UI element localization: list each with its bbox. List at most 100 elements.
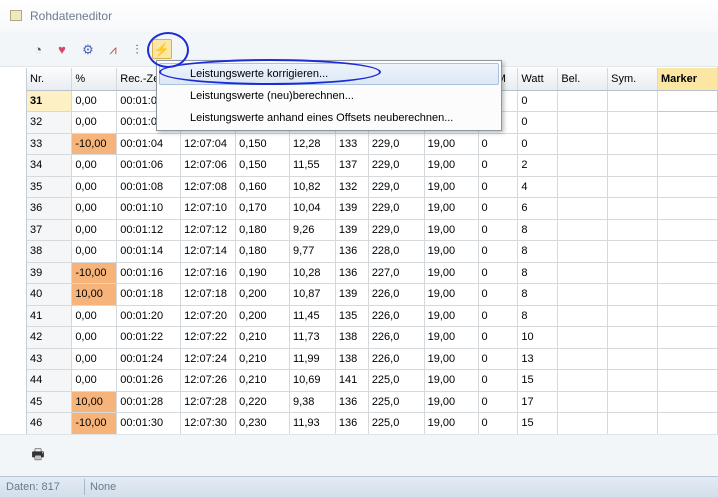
table-cell[interactable]: 225,0 <box>368 391 425 413</box>
table-cell[interactable] <box>557 197 609 220</box>
table-cell[interactable]: 10,87 <box>289 283 336 306</box>
table-cell[interactable]: 135 <box>335 305 369 327</box>
table-cell[interactable] <box>607 391 658 413</box>
table-cell[interactable]: 225,0 <box>368 369 425 392</box>
table-cell[interactable]: 229,0 <box>368 197 425 220</box>
table-cell[interactable]: 136 <box>335 412 369 434</box>
table-cell[interactable]: 0 <box>478 369 519 392</box>
table-cell[interactable]: 00:01:20 <box>116 305 182 327</box>
gear-icon[interactable]: ⚙ <box>78 39 98 59</box>
table-cell[interactable] <box>657 391 718 413</box>
table-cell[interactable] <box>557 154 609 177</box>
table-cell[interactable]: 136 <box>335 391 369 413</box>
table-cell[interactable]: 0 <box>478 391 519 413</box>
table-cell[interactable] <box>557 305 609 327</box>
table-cell[interactable] <box>657 326 718 349</box>
table-cell[interactable]: 12:07:06 <box>180 154 237 177</box>
row-number-cell[interactable]: 44 <box>27 369 73 392</box>
table-cell[interactable] <box>657 369 718 392</box>
table-cell[interactable] <box>557 412 609 434</box>
table-cell[interactable]: 0,00 <box>71 90 118 112</box>
table-cell[interactable]: 12:07:18 <box>180 283 237 306</box>
print-icon[interactable]: 🖶 <box>27 445 49 467</box>
table-row[interactable]: 44 0,00 00:01:26 12:07:26 0,210 10,69 141 225,0… <box>27 369 718 392</box>
table-cell[interactable]: 10 <box>517 326 559 349</box>
cadence-icon[interactable]: ⫶ <box>127 39 147 59</box>
row-number-cell[interactable]: 36 <box>27 197 73 220</box>
table-cell[interactable]: 229,0 <box>368 133 425 155</box>
table-row[interactable]: 37 0,00 00:01:12 12:07:12 0,180 9,26 139 229,0 1… <box>27 219 718 241</box>
table-cell[interactable] <box>607 283 658 306</box>
table-cell[interactable]: 0 <box>478 412 519 434</box>
table-cell[interactable]: 11,73 <box>289 326 336 349</box>
table-cell[interactable]: 0 <box>517 111 559 134</box>
table-cell[interactable] <box>607 197 658 220</box>
table-cell[interactable]: 19,00 <box>424 283 479 306</box>
menu-item-correct-power[interactable]: Leistungswerte korrigieren... <box>159 63 499 85</box>
table-cell[interactable]: 0 <box>478 133 519 155</box>
row-number-cell[interactable]: 46 <box>27 412 73 434</box>
menu-item-offset-recalculate[interactable]: Leistungswerte anhand eines Offsets neub… <box>159 107 499 129</box>
table-cell[interactable]: 19,00 <box>424 305 479 327</box>
table-cell[interactable]: 19,00 <box>424 348 479 370</box>
table-cell[interactable] <box>657 305 718 327</box>
table-cell[interactable]: 0 <box>478 197 519 220</box>
table-cell[interactable]: 15 <box>517 369 559 392</box>
table-cell[interactable]: 12:07:04 <box>180 133 237 155</box>
table-cell[interactable] <box>557 176 609 198</box>
table-cell[interactable]: 12:07:12 <box>180 219 237 241</box>
table-cell[interactable]: 10,28 <box>289 262 336 284</box>
table-cell[interactable]: 0 <box>517 90 559 112</box>
table-cell[interactable]: 12:07:26 <box>180 369 237 392</box>
table-cell[interactable]: 19,00 <box>424 176 479 198</box>
table-cell[interactable]: 139 <box>335 219 369 241</box>
table-cell[interactable]: 10,00 <box>71 391 118 413</box>
column-header[interactable]: Sym. <box>607 68 658 91</box>
table-cell[interactable]: 00:01:04 <box>116 133 182 155</box>
table-cell[interactable]: 12:07:24 <box>180 348 237 370</box>
table-cell[interactable]: 0,210 <box>235 369 290 392</box>
column-header[interactable]: Marker <box>657 68 718 91</box>
table-cell[interactable]: 0,210 <box>235 326 290 349</box>
table-cell[interactable]: 8 <box>517 262 559 284</box>
table-cell[interactable]: 11,45 <box>289 305 336 327</box>
table-cell[interactable] <box>657 133 718 155</box>
table-cell[interactable]: 0 <box>478 262 519 284</box>
table-row[interactable]: 40 10,00 00:01:18 12:07:18 0,200 10,87 139 226,… <box>27 283 718 306</box>
row-number-cell[interactable]: 42 <box>27 326 73 349</box>
table-cell[interactable]: 0,170 <box>235 197 290 220</box>
heart-icon[interactable]: ♥ <box>52 39 72 59</box>
table-cell[interactable]: 0,00 <box>71 305 118 327</box>
table-row[interactable]: 34 0,00 00:01:06 12:07:06 0,150 11,55 137 229,0… <box>27 154 718 177</box>
table-cell[interactable] <box>607 305 658 327</box>
row-number-cell[interactable]: 45 <box>27 391 73 413</box>
table-cell[interactable]: 00:01:22 <box>116 326 182 349</box>
table-cell[interactable]: 139 <box>335 283 369 306</box>
table-cell[interactable]: 6 <box>517 197 559 220</box>
table-cell[interactable]: 17 <box>517 391 559 413</box>
table-cell[interactable] <box>557 133 609 155</box>
table-cell[interactable] <box>657 219 718 241</box>
row-number-cell[interactable]: 41 <box>27 305 73 327</box>
table-cell[interactable]: 8 <box>517 219 559 241</box>
table-cell[interactable] <box>657 240 718 263</box>
table-cell[interactable]: 00:01:24 <box>116 348 182 370</box>
table-cell[interactable]: 0,230 <box>235 412 290 434</box>
table-cell[interactable]: 138 <box>335 348 369 370</box>
table-cell[interactable]: 226,0 <box>368 283 425 306</box>
table-cell[interactable]: 8 <box>517 305 559 327</box>
table-cell[interactable]: 00:01:12 <box>116 219 182 241</box>
table-cell[interactable]: 0,00 <box>71 369 118 392</box>
table-cell[interactable]: 15 <box>517 412 559 434</box>
table-cell[interactable]: 0,200 <box>235 305 290 327</box>
table-cell[interactable]: 0,220 <box>235 391 290 413</box>
table-cell[interactable]: 12:07:20 <box>180 305 237 327</box>
table-cell[interactable]: 0,00 <box>71 111 118 134</box>
table-cell[interactable]: 226,0 <box>368 326 425 349</box>
table-cell[interactable]: 0 <box>478 240 519 263</box>
table-cell[interactable]: 8 <box>517 240 559 263</box>
table-cell[interactable]: 227,0 <box>368 262 425 284</box>
table-cell[interactable]: 0,150 <box>235 133 290 155</box>
table-cell[interactable]: 0,160 <box>235 176 290 198</box>
row-number-cell[interactable]: 34 <box>27 154 73 177</box>
